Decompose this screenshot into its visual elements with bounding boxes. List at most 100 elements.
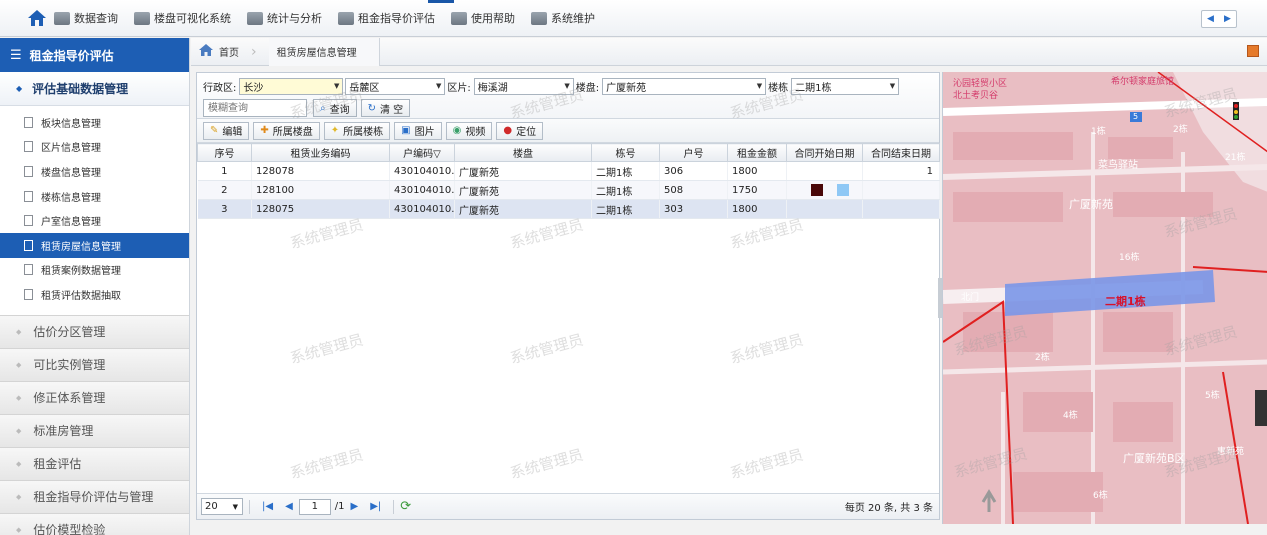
last-page-icon[interactable]: ▶| <box>370 501 381 512</box>
watermark: 系统管理员 <box>728 445 806 483</box>
column-header[interactable]: 合同开始日期 <box>786 143 863 162</box>
filter-row: 行政区: 长沙 ▼ 岳麓区 ▼ 区片: 梅溪湖 ▼ 楼盘: 广厦新苑 ▼ 楼栋 二期1栋… <box>203 77 933 95</box>
column-header[interactable]: 户号 <box>659 143 728 162</box>
nav-estate-visual[interactable]: 楼盘可视化系统 <box>134 10 231 26</box>
video-button[interactable]: ◉ 视频 <box>445 121 493 140</box>
home-icon[interactable] <box>199 44 213 59</box>
prev-page-icon[interactable]: ◀ <box>285 501 293 512</box>
sidebar-group-model-check[interactable]: ◆ 估价模型检验 <box>0 512 189 535</box>
nav-statistics[interactable]: 统计与分析 <box>247 10 322 26</box>
sidebar-item-rental-extract[interactable]: 租赁评估数据抽取 <box>0 282 189 307</box>
map-poi-label: 16栋 <box>1119 253 1140 263</box>
lightbulb-icon: ✦ <box>330 125 340 136</box>
breadcrumb-home[interactable]: 首页 <box>219 44 239 59</box>
column-header[interactable]: 租赁业务编码 <box>251 143 390 162</box>
total-pages: /1 <box>334 501 345 512</box>
query-button[interactable]: ⌕ 查询 <box>313 99 357 117</box>
home-icon[interactable] <box>26 7 48 29</box>
pagination-bar: 20 ▼ |◀ ◀ 1 /1 ▶ ▶| ⟳ 每页 20 条, 共 3 条 <box>197 493 939 519</box>
owner-estate-button[interactable]: ✚ 所属楼盘 <box>253 121 320 140</box>
keyword-search-input[interactable] <box>203 99 307 117</box>
clear-button[interactable]: ↻ 清 空 <box>360 99 411 117</box>
table-cell: 303 <box>659 199 728 219</box>
table-cell: 1750 <box>727 180 787 200</box>
edit-button[interactable]: ✎ 编辑 <box>203 121 250 140</box>
district-select[interactable]: 岳麓区 ▼ <box>345 77 446 95</box>
diamond-icon: ◆ <box>16 393 22 402</box>
chevron-right-icon[interactable]: ▶ <box>1224 14 1231 24</box>
city-select[interactable]: 长沙 ▼ <box>239 77 344 95</box>
next-page-icon[interactable]: ▶ <box>351 501 359 512</box>
nav-maintenance[interactable]: 系统维护 <box>531 10 595 26</box>
sidebar-item-zone[interactable]: 区片信息管理 <box>0 135 189 160</box>
area-select[interactable]: 梅溪湖 ▼ <box>473 77 574 95</box>
main-panel: 行政区: 长沙 ▼ 岳麓区 ▼ 区片: 梅溪湖 ▼ 楼盘: 广厦新苑 ▼ 楼栋 二期1栋… <box>196 72 940 520</box>
owner-building-button[interactable]: ✦ 所属楼栋 <box>323 121 391 140</box>
nav-help[interactable]: 使用帮助 <box>451 10 515 26</box>
refresh-icon[interactable]: ⟳ <box>400 499 411 514</box>
sidebar-item-rental-house[interactable]: 租赁房屋信息管理 <box>0 232 189 258</box>
table-cell: 二期1栋 <box>591 199 660 219</box>
diamond-icon: ◆ <box>16 84 23 93</box>
breadcrumb-separator: › <box>251 43 257 60</box>
dropdown-arrow-icon: ▼ <box>889 82 896 90</box>
estate-label: 楼盘: <box>575 82 600 94</box>
locate-button[interactable]: ● 定位 <box>496 121 544 140</box>
city-icon <box>338 11 354 25</box>
table-cell <box>862 199 940 219</box>
nav-rent-guide[interactable]: 租金指导价评估 <box>338 10 435 26</box>
column-header[interactable]: 序号 <box>197 143 252 162</box>
sidebar-group-rent-guide[interactable]: ◆ 租金指导价评估与管理 <box>0 479 189 513</box>
table-cell: 1 <box>197 161 252 181</box>
sidebar-group-basic-data[interactable]: ◆ 评估基础数据管理 <box>0 72 189 106</box>
image-icon: ▣ <box>401 125 411 136</box>
estate-select[interactable]: 广厦新苑 ▼ <box>602 77 767 95</box>
map-highlight-label: 二期1栋 <box>1105 295 1146 308</box>
sidebar-group-comparable[interactable]: ◆ 可比实例管理 <box>0 347 189 381</box>
sidebar-group-correction[interactable]: ◆ 修正体系管理 <box>0 380 189 414</box>
table-cell: 128100 <box>251 180 390 200</box>
map-poi-label: 1栋 <box>1091 127 1106 137</box>
building-select[interactable]: 二期1栋 ▼ <box>791 77 900 95</box>
sidebar-item-block[interactable]: 板块信息管理 <box>0 110 189 135</box>
sidebar-item-unit[interactable]: 户室信息管理 <box>0 208 189 233</box>
column-header[interactable]: 栋号 <box>591 143 660 162</box>
map-poi-label: 6栋 <box>1093 491 1108 501</box>
table-row[interactable]: 1 128078 430104010... 广厦新苑 二期1栋 306 1800… <box>197 161 940 181</box>
table-header-row: 序号 租赁业务编码 户编码▽ 楼盘 栋号 户号 租金金额 合同开始日期 合同结束… <box>197 143 940 162</box>
first-page-icon[interactable]: |◀ <box>262 501 273 512</box>
document-icon <box>24 116 33 128</box>
dropdown-arrow-icon: ▼ <box>564 82 570 90</box>
map-poi-label: 广厦新苑 <box>1069 198 1113 211</box>
sidebar-item-estate[interactable]: 楼盘信息管理 <box>0 159 189 184</box>
breadcrumb-current-tab[interactable]: 租赁房屋信息管理 <box>268 37 380 66</box>
page-size-select[interactable]: 20 ▼ <box>201 498 243 515</box>
sidebar-group-rent-eval[interactable]: ◆ 租金评估 <box>0 446 189 480</box>
document-icon <box>24 215 33 227</box>
dropdown-arrow-icon: ▼ <box>435 82 442 90</box>
pencil-icon: ✎ <box>210 125 219 136</box>
column-header[interactable]: 楼盘 <box>454 143 592 162</box>
column-header[interactable]: 租金金额 <box>727 143 787 162</box>
table-row[interactable]: 2 128100 430104010... 广厦新苑 二期1栋 508 1750 <box>197 180 940 200</box>
watermark: 系统管理员 <box>728 215 806 253</box>
column-header[interactable]: 合同结束日期 <box>862 143 940 162</box>
table-row-selected[interactable]: 3 128075 430104010... 广厦新苑 二期1栋 303 1800 <box>197 199 940 219</box>
nav-data-query[interactable]: 数据查询 <box>54 10 118 26</box>
chevron-left-icon[interactable]: ◀ <box>1207 14 1214 24</box>
picture-button[interactable]: ▣ 图片 <box>394 121 442 140</box>
document-icon <box>24 141 33 153</box>
gear-icon <box>531 11 547 25</box>
page-number-input[interactable]: 1 <box>298 498 331 515</box>
sidebar-item-building[interactable]: 楼栋信息管理 <box>0 184 189 209</box>
diamond-icon: ◆ <box>16 459 22 468</box>
sidebar-item-rental-case[interactable]: 租赁案例数据管理 <box>0 258 189 283</box>
export-icon[interactable] <box>1247 45 1259 57</box>
sidebar-header[interactable]: ☰ 租金指导价评估 <box>0 38 189 72</box>
nav-scroll-buttons[interactable]: ◀ ▶ <box>1201 10 1237 28</box>
menu-icon: ☰ <box>10 47 22 63</box>
sidebar-group-valuation-zone[interactable]: ◆ 估价分区管理 <box>0 314 189 348</box>
column-header[interactable]: 户编码▽ <box>389 143 455 162</box>
map-view[interactable]: 沁园轻贸小区 北土考贝谷 希尔顿家庭旅馆 1栋 2栋 菜鸟驿站 21栋 广厦新苑… <box>942 72 1267 524</box>
sidebar-group-standard-house[interactable]: ◆ 标准房管理 <box>0 413 189 447</box>
